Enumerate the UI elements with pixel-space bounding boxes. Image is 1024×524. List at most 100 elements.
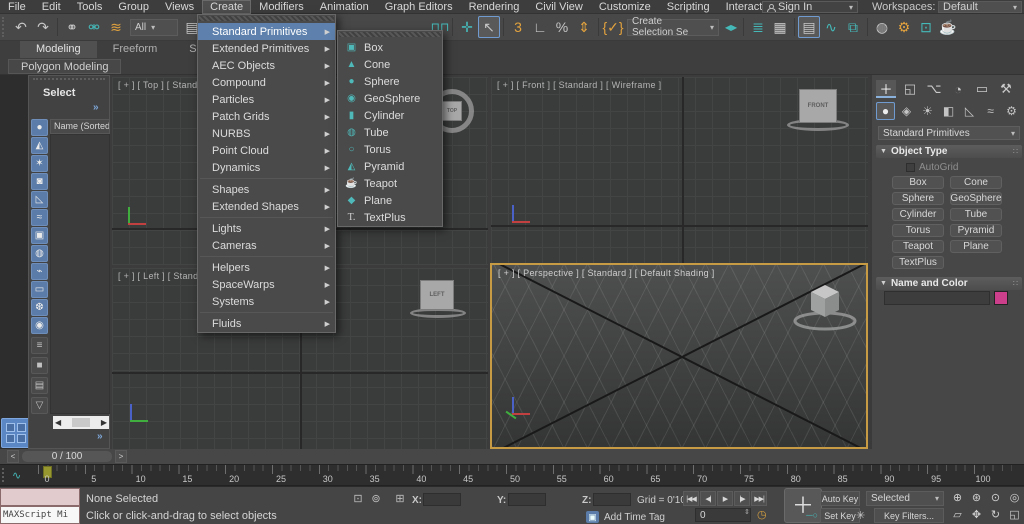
explorer-filter-funnel-icon[interactable]: ▽ [31,397,48,414]
maxscript-input[interactable]: MAXScript Mi [0,506,80,524]
object-color-swatch[interactable] [994,291,1008,305]
explorer-horizontal-scrollbar[interactable]: ◀ ▶ [53,416,109,429]
menu-item-fluids[interactable]: Fluids ▶ [198,315,335,332]
submenu-item-cone[interactable]: ▲ Cone [338,56,442,73]
category-helpers-icon[interactable]: ◺ [960,102,979,120]
display-cameras-icon[interactable]: ◙ [31,173,48,190]
current-frame-field[interactable]: 0 [695,508,751,522]
undo-icon[interactable]: ↶ [10,16,32,38]
percent-snap-icon[interactable]: % [551,16,573,38]
tube-button[interactable]: Tube [950,208,1002,221]
key-filters-button[interactable]: Key Filters... [874,508,944,523]
layer-explorer-icon[interactable]: ▦ [769,16,791,38]
orbit-icon[interactable]: ↻ [987,507,1004,522]
plane-button[interactable]: Plane [950,240,1002,253]
category-systems-icon[interactable]: ⚙ [1002,102,1021,120]
rollout-pin-icon[interactable]: ∷ [1013,279,1018,288]
isolate-selection-icon[interactable]: ⊡ [350,491,366,506]
scrollbar-thumb[interactable] [72,418,90,427]
menu-scripting[interactable]: Scripting [659,0,718,14]
menu-item-dynamics[interactable]: Dynamics ▶ [198,159,335,176]
time-back-button[interactable]: < [7,450,19,463]
curve-editor-icon[interactable]: ∿ [820,16,842,38]
redo-icon[interactable]: ↷ [32,16,54,38]
select-object-button[interactable]: ↖ [478,16,500,38]
ribbon-tab-freeform[interactable]: Freeform [97,41,174,58]
x-coordinate-field[interactable] [423,493,461,506]
auto-key-button[interactable]: Auto Key [820,491,860,506]
z-coordinate-field[interactable] [593,493,631,506]
display-bones-icon[interactable]: ⌁ [31,263,48,280]
selection-filter-dropdown[interactable]: All ▾ [130,19,178,36]
submenu-item-plane[interactable]: ◆ Plane [338,192,442,209]
snaps-toggle-3d-icon[interactable]: 3 [507,16,529,38]
menu-animation[interactable]: Animation [312,0,377,14]
key-filter-set-dropdown[interactable]: Selected ▾ [866,491,944,506]
workspace-dropdown[interactable]: Default ▾ [938,1,1022,13]
tab-create[interactable]: ＋ [876,80,896,98]
pan-view-icon[interactable]: ✥ [968,507,985,522]
viewcube-face[interactable]: TOP [442,101,462,121]
display-spacewarps-icon[interactable]: ≈ [31,209,48,226]
set-keys-button[interactable]: ＋ ─○ [784,488,822,523]
add-time-tag[interactable]: ▣ Add Time Tag [586,511,665,523]
submenu-item-torus[interactable]: ○ Torus [338,141,442,158]
object-name-field[interactable] [884,291,990,305]
zoom-all-icon[interactable]: ⊛ [968,490,985,505]
display-containers-icon[interactable]: ◍ [31,245,48,262]
menu-item-compound[interactable]: Compound ▶ [198,74,335,91]
submenu-item-pyramid[interactable]: ◭ Pyramid [338,158,442,175]
menu-item-patch-grids[interactable]: Patch Grids ▶ [198,108,335,125]
viewcube[interactable] [792,281,858,333]
toggle-scene-explorer-icon[interactable]: ▤ [798,16,820,38]
previous-frame-button[interactable]: ◀| [700,491,716,506]
menu-item-systems[interactable]: Systems ▶ [198,293,335,310]
render-setup-icon[interactable]: ⚙ [893,16,915,38]
geosphere-button[interactable]: GeoSphere [950,192,1002,205]
named-selection-set-dropdown[interactable]: Create Selection Se ▾ [627,19,719,36]
menu-item-extended-shapes[interactable]: Extended Shapes ▶ [198,198,335,215]
menu-item-aec-objects[interactable]: AEC Objects ▶ [198,57,335,74]
explorer-list-view-icon[interactable]: ≡ [31,337,48,354]
box-button[interactable]: Box [892,176,944,189]
viewport-layout-tab[interactable] [1,418,31,448]
menu-item-nurbs[interactable]: NURBS ▶ [198,125,335,142]
menu-item-particles[interactable]: Particles ▶ [198,91,335,108]
display-helpers-icon[interactable]: ◺ [31,191,48,208]
explorer-overflow-chevrons[interactable]: » [93,102,99,113]
menu-file[interactable]: File [0,0,34,14]
next-frame-button[interactable]: |▶ [734,491,750,506]
tab-display[interactable]: ▭ [972,80,992,98]
rollout-pin-icon[interactable]: ∷ [1013,147,1018,156]
menu-civil-view[interactable]: Civil View [527,0,590,14]
cylinder-button[interactable]: Cylinder [892,208,944,221]
object-type-rollout[interactable]: ▼ Object Type ∷ [876,145,1022,158]
submenu-item-box[interactable]: ▣ Box [338,39,442,56]
select-and-move-icon[interactable]: ✛ [456,16,478,38]
viewport-perspective-label[interactable]: [ + ] [ Perspective ] [ Standard ] [ Def… [498,268,715,278]
category-lights-icon[interactable]: ☀ [918,102,937,120]
frame-spinner[interactable]: ⇕ [744,508,750,516]
explorer-properties-icon[interactable]: ▤ [31,377,48,394]
menu-tools[interactable]: Tools [69,0,111,14]
align-layers-icon[interactable]: ≣ [747,16,769,38]
time-configuration-icon[interactable]: ◷ [757,508,767,521]
explorer-overflow-chevrons[interactable]: » [97,431,103,442]
submenu-item-sphere[interactable]: ● Sphere [338,73,442,90]
toolbar-grip[interactable] [2,17,7,37]
menu-tearoff-strip[interactable] [199,16,334,21]
menu-item-spacewarps[interactable]: SpaceWarps ▶ [198,276,335,293]
menu-views[interactable]: Views [157,0,202,14]
mini-curve-editor-icon[interactable]: ∿ [12,469,21,482]
render-production-icon[interactable]: ☕ [937,16,959,38]
field-of-view-icon[interactable]: ▱ [949,507,966,522]
cone-button[interactable]: Cone [950,176,1002,189]
time-forward-button[interactable]: > [115,450,127,463]
menu-customize[interactable]: Customize [591,0,659,14]
tab-motion[interactable]: ◔ [948,80,968,98]
maximize-viewport-icon[interactable]: ◱ [1006,507,1023,522]
torus-button[interactable]: Torus [892,224,944,237]
coordinate-display-icon[interactable]: ⊞ [392,491,408,506]
zoom-icon[interactable]: ⊕ [949,490,966,505]
sphere-button[interactable]: Sphere [892,192,944,205]
